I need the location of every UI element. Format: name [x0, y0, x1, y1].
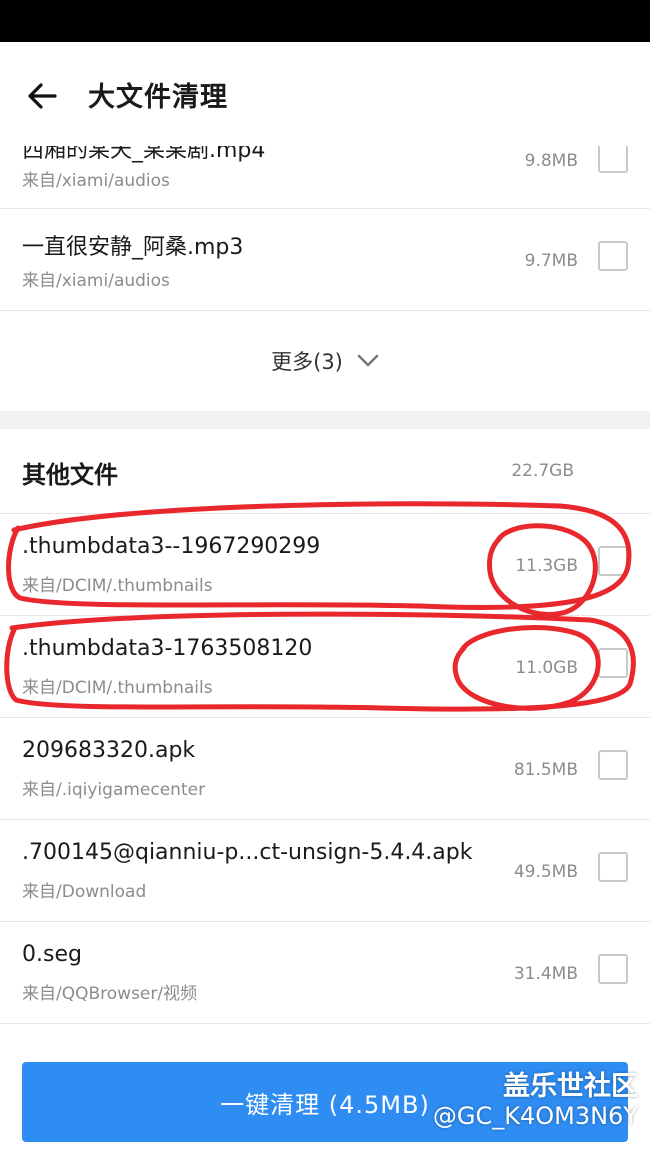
- section-divider: [0, 411, 650, 429]
- file-source: 来自/DCIM/.thumbnails: [22, 678, 213, 698]
- file-name: 一直很安静_阿桑.mp3: [22, 235, 244, 260]
- select-checkbox[interactable]: [598, 954, 628, 984]
- back-button[interactable]: [22, 76, 62, 116]
- list-item[interactable]: 西厢的某天_某某剧.mp4 来自/xiami/audios 9.8MB: [0, 146, 650, 209]
- list-item[interactable]: .700145@qianniu-p...ct-unsign-5.4.4.apk …: [0, 820, 650, 922]
- file-name: 西厢的某天_某某剧.mp4: [22, 146, 266, 163]
- file-source: 来自/xiami/audios: [22, 271, 170, 291]
- app-header: 大文件清理: [0, 42, 650, 146]
- chevron-down-icon: [357, 354, 379, 368]
- select-checkbox[interactable]: [598, 546, 628, 576]
- select-checkbox[interactable]: [598, 852, 628, 882]
- file-list[interactable]: 西厢的某天_某某剧.mp4 来自/xiami/audios 9.8MB 一直很安…: [0, 146, 650, 1046]
- file-size: 11.3GB: [515, 556, 578, 576]
- file-source: 来自/QQBrowser/视频: [22, 984, 198, 1004]
- file-name: 209683320.apk: [22, 738, 196, 763]
- watermark-user: @GC_K4OM3N6Y: [432, 1102, 638, 1130]
- file-name: .thumbdata3-1763508120: [22, 636, 313, 661]
- section-header-other-files: 其他文件 22.7GB: [0, 429, 650, 514]
- section-title: 其他文件: [22, 461, 118, 489]
- select-checkbox[interactable]: [598, 146, 628, 173]
- file-source: 来自/xiami/audios: [22, 171, 170, 191]
- file-source: 来自/DCIM/.thumbnails: [22, 576, 213, 596]
- list-item[interactable]: 209683320.apk 来自/.iqiyigamecenter 81.5MB: [0, 718, 650, 820]
- list-item[interactable]: .thumbdata3--1967290299 来自/DCIM/.thumbna…: [0, 514, 650, 616]
- arrow-left-icon: [28, 83, 57, 109]
- file-source: 来自/.iqiyigamecenter: [22, 780, 206, 800]
- file-size: 81.5MB: [513, 760, 578, 780]
- list-item[interactable]: .thumbdata3-1763508120 来自/DCIM/.thumbnai…: [0, 616, 650, 718]
- list-item[interactable]: 0.seg 来自/QQBrowser/视频 31.4MB: [0, 922, 650, 1024]
- file-source: 来自/Download: [22, 882, 147, 902]
- select-checkbox[interactable]: [598, 648, 628, 678]
- list-item[interactable]: [0, 1024, 650, 1046]
- file-name: 0.seg: [22, 942, 82, 967]
- watermark-brand: 盖乐世社区: [503, 1071, 638, 1102]
- show-more-label: 更多(3): [271, 350, 343, 374]
- file-name: .thumbdata3--1967290299: [22, 534, 321, 559]
- file-size: 31.4MB: [513, 964, 578, 984]
- file-size: 49.5MB: [513, 862, 578, 882]
- section-total-size: 22.7GB: [511, 461, 574, 481]
- show-more-button[interactable]: 更多(3): [0, 311, 650, 411]
- status-bar: [0, 0, 650, 42]
- file-size: 9.7MB: [524, 251, 578, 271]
- file-name: .700145@qianniu-p...ct-unsign-5.4.4.apk: [22, 840, 473, 865]
- clean-button-label: 一键清理 (4.5MB): [220, 1090, 430, 1119]
- list-item[interactable]: 一直很安静_阿桑.mp3 来自/xiami/audios 9.7MB: [0, 209, 650, 311]
- page-title: 大文件清理: [88, 82, 228, 113]
- select-checkbox[interactable]: [598, 750, 628, 780]
- file-size: 11.0GB: [515, 658, 578, 678]
- select-checkbox[interactable]: [598, 241, 628, 271]
- file-size: 9.8MB: [524, 151, 578, 171]
